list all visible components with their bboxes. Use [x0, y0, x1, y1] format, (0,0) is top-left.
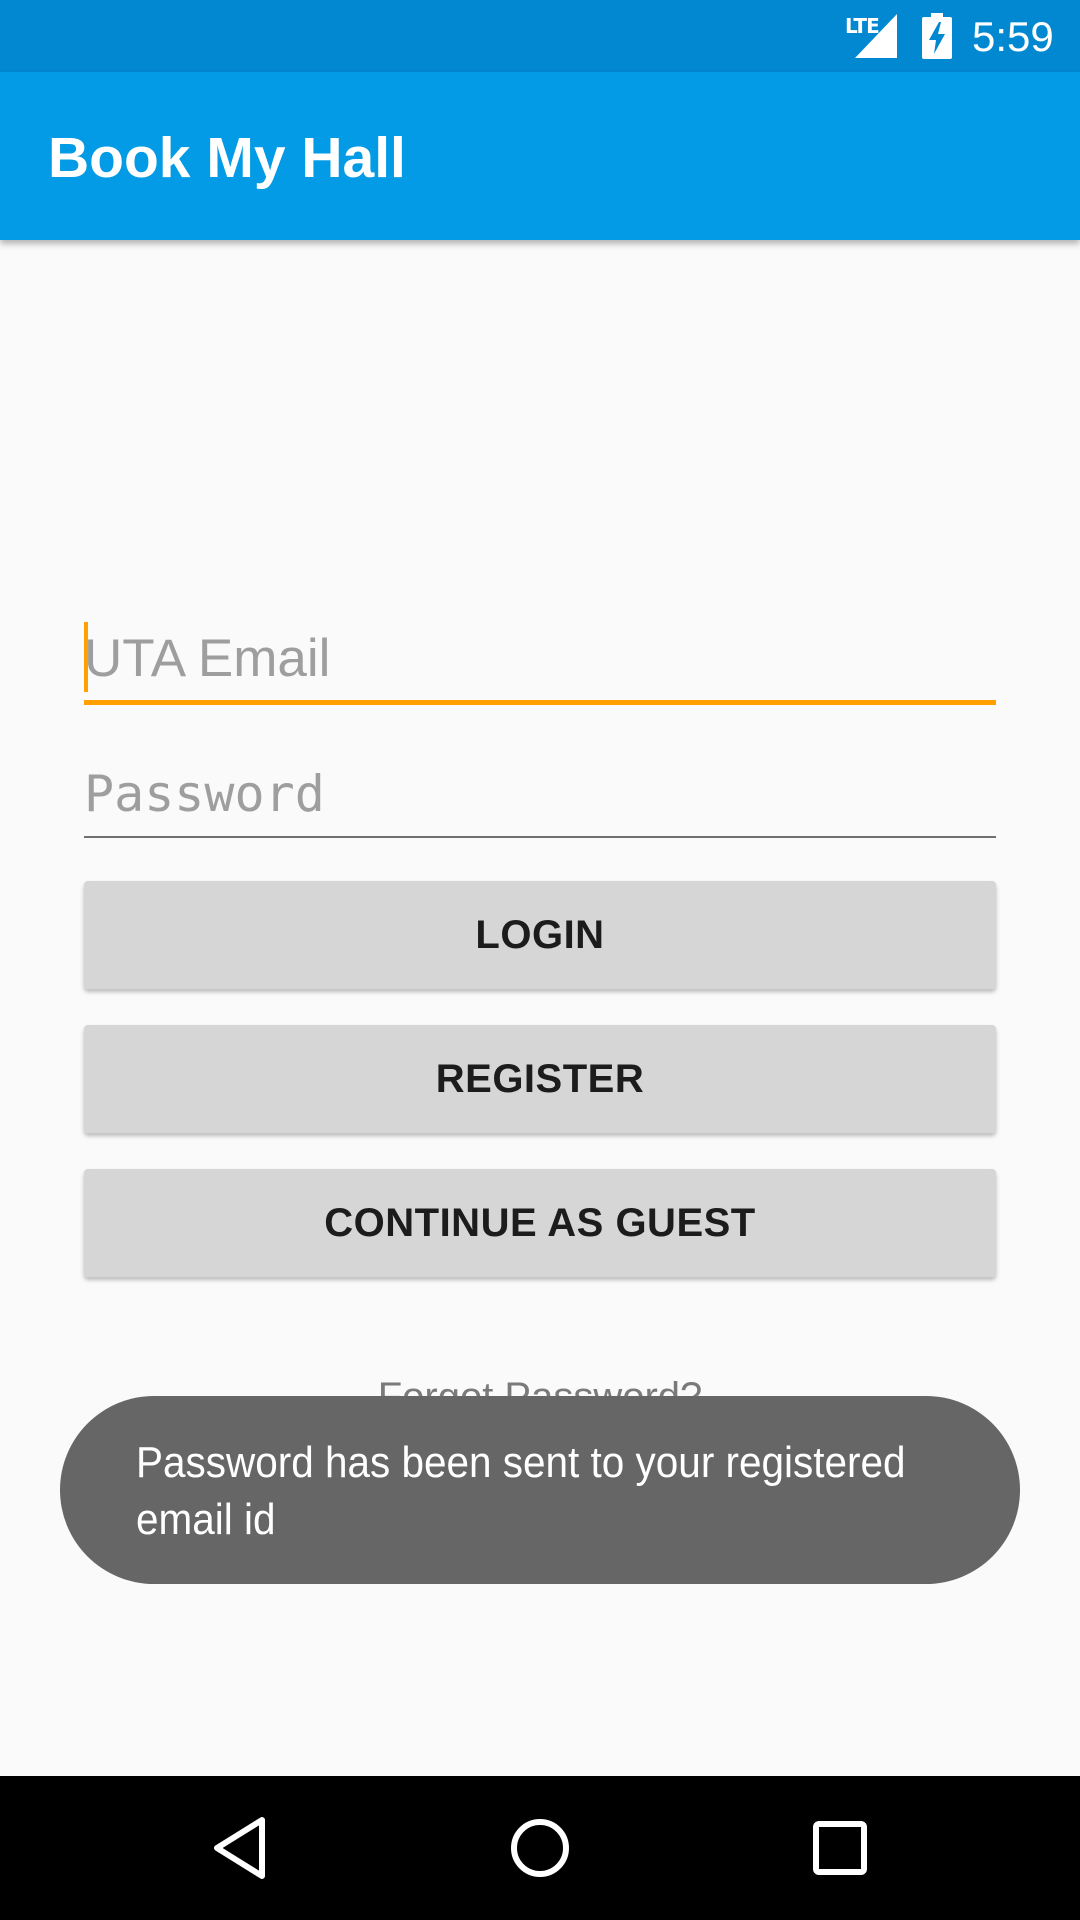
- navigation-bar: [0, 1776, 1080, 1920]
- text-cursor: [84, 622, 88, 692]
- back-button[interactable]: [160, 1776, 320, 1920]
- app-bar: Book My Hall: [0, 72, 1080, 240]
- recents-button[interactable]: [760, 1776, 920, 1920]
- home-button[interactable]: [460, 1776, 620, 1920]
- recents-icon: [813, 1821, 867, 1875]
- toast-line-2: email id: [136, 1495, 276, 1544]
- toast-text: Password has been sent to your registere…: [136, 1434, 964, 1548]
- password-field[interactable]: [84, 756, 996, 832]
- battery-charging-icon: [922, 13, 952, 59]
- register-button[interactable]: REGISTER: [84, 1025, 996, 1133]
- lte-signal-icon: [855, 14, 897, 58]
- status-time: 5:59: [972, 13, 1054, 60]
- back-icon: [214, 1817, 265, 1879]
- login-button[interactable]: LOGIN: [84, 881, 996, 989]
- email-field[interactable]: [84, 620, 996, 696]
- app-title: Book My Hall: [48, 126, 406, 190]
- toast-message: Password has been sent to your registere…: [60, 1396, 1020, 1584]
- password-input[interactable]: [84, 756, 996, 832]
- password-underline: [84, 836, 996, 838]
- status-bar: LTE 5:59: [0, 0, 1080, 72]
- home-icon: [511, 1819, 569, 1877]
- continue-as-guest-button[interactable]: CONTINUE AS GUEST: [84, 1169, 996, 1277]
- email-underline: [84, 700, 996, 705]
- email-input[interactable]: [84, 620, 996, 696]
- toast-line-1: Password has been sent to your registere…: [136, 1438, 906, 1487]
- login-screen: LTE 5:59 Book My Hall LOGIN REGISTER CON…: [0, 0, 1080, 1920]
